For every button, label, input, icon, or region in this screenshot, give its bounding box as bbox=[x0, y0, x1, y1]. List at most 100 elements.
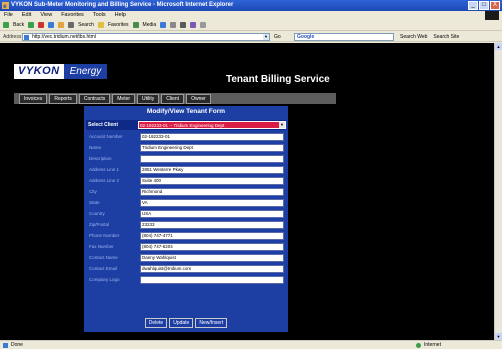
menu-help[interactable]: Help bbox=[115, 12, 126, 18]
description-input[interactable] bbox=[140, 155, 284, 163]
nav-utility[interactable]: Utility bbox=[137, 93, 160, 104]
field-address-line-2: Address Line 2 Suite 400 bbox=[86, 176, 286, 186]
field-label: Contact Name bbox=[89, 255, 118, 260]
stop-icon[interactable] bbox=[38, 22, 45, 28]
chevron-down-icon[interactable]: ▼ bbox=[263, 34, 269, 40]
home-icon[interactable] bbox=[58, 22, 65, 28]
mail-icon[interactable] bbox=[170, 22, 177, 28]
address-input[interactable]: http://vec.tridium.net/tbs.html ▼ bbox=[22, 33, 270, 41]
update-button[interactable]: Update bbox=[169, 318, 194, 328]
title-bar: e VYKON Sub-Meter Monitoring and Billing… bbox=[0, 0, 502, 11]
field-label: Address Line 2 bbox=[89, 178, 120, 183]
chevron-down-icon[interactable]: ▼ bbox=[279, 122, 285, 128]
address-url: http://vec.tridium.net/tbs.html bbox=[32, 34, 96, 40]
status-text: Done bbox=[11, 342, 23, 348]
brand-logo: VYKON Energy bbox=[14, 64, 108, 79]
print-icon[interactable] bbox=[180, 22, 187, 28]
menu-edit[interactable]: Edit bbox=[22, 12, 31, 18]
menu-file[interactable]: File bbox=[4, 12, 13, 18]
google-search-input[interactable]: Google bbox=[294, 33, 394, 41]
field-label: Address Line 1 bbox=[89, 167, 120, 172]
new-insert-button[interactable]: New/Insert bbox=[195, 318, 228, 328]
state-input[interactable]: VA bbox=[140, 199, 284, 207]
page-title: Tenant Billing Service bbox=[226, 74, 330, 85]
google-label: Google bbox=[297, 34, 315, 40]
media-button[interactable]: Media bbox=[143, 22, 157, 28]
window-controls: _ □ X bbox=[468, 1, 500, 10]
menu-bar: File Edit View Favorites Tools Help bbox=[0, 11, 502, 20]
fax-number-input[interactable]: (804) 747-6204 bbox=[140, 243, 284, 251]
search-icon[interactable] bbox=[68, 22, 75, 28]
scroll-down-icon[interactable]: ▼ bbox=[495, 333, 502, 340]
field-zip-postal: Zip/Postal 23233 bbox=[86, 220, 286, 230]
toolbar: Back Search Favorites Media bbox=[0, 20, 502, 30]
nav-invoices[interactable]: Invoices bbox=[19, 93, 48, 104]
edit-icon[interactable] bbox=[190, 22, 197, 28]
account-number-input[interactable]: 02-192233-01 bbox=[140, 133, 284, 141]
page-icon bbox=[24, 35, 29, 40]
select-client-dropdown[interactable]: 02-192233-01 -- Tridium Engineering Dept… bbox=[138, 121, 286, 129]
vertical-scrollbar[interactable]: ▲ ▼ bbox=[494, 43, 502, 340]
page-icon bbox=[3, 342, 8, 348]
menu-tools[interactable]: Tools bbox=[93, 12, 106, 18]
browser-window: e VYKON Sub-Meter Monitoring and Billing… bbox=[0, 0, 502, 349]
nav-reports[interactable]: Reports bbox=[49, 93, 77, 104]
form-title: Modify/View Tenant Form bbox=[146, 108, 226, 115]
field-fax-number: Fax Number (804) 747-6204 bbox=[86, 242, 286, 252]
zip-postal-input[interactable]: 23233 bbox=[140, 221, 284, 229]
nav-meter[interactable]: Meter bbox=[112, 93, 136, 104]
field-label: City bbox=[89, 189, 97, 194]
delete-button[interactable]: Delete bbox=[144, 318, 168, 328]
status-bar: Done Internet bbox=[0, 340, 502, 349]
city-input[interactable]: Richmond bbox=[140, 188, 284, 196]
contact-email-input[interactable]: dwahlquist@tridium.com bbox=[140, 265, 284, 273]
media-icon[interactable] bbox=[132, 22, 139, 28]
minimize-button[interactable]: _ bbox=[468, 1, 478, 10]
field-name: Name Tridium Engineering Dept bbox=[86, 143, 286, 153]
go-button[interactable]: Go bbox=[274, 34, 281, 40]
form-buttons: Delete Update New/Insert bbox=[84, 318, 288, 328]
field-label: Contact Email bbox=[89, 266, 118, 271]
brand-energy: Energy bbox=[63, 64, 108, 79]
back-button[interactable]: Back bbox=[13, 22, 24, 28]
search-site-button[interactable]: Search Site bbox=[433, 34, 459, 40]
field-label: Account Number bbox=[89, 134, 123, 139]
field-account-number: Account Number 02-192233-01 bbox=[86, 132, 286, 142]
nav-bar: Invoices Reports Contracts Meter Utility… bbox=[14, 93, 336, 104]
company-logo-input[interactable] bbox=[140, 276, 284, 284]
page-viewport: VYKON Energy Tenant Billing Service Invo… bbox=[0, 43, 494, 340]
name-input[interactable]: Tridium Engineering Dept bbox=[140, 144, 284, 152]
field-label: Zip/Postal bbox=[89, 222, 110, 227]
field-city: City Richmond bbox=[86, 187, 286, 197]
search-button[interactable]: Search bbox=[78, 22, 94, 28]
nav-contracts[interactable]: Contracts bbox=[78, 93, 111, 104]
forward-arrow-icon[interactable] bbox=[28, 22, 35, 28]
refresh-icon[interactable] bbox=[48, 22, 55, 28]
close-button[interactable]: X bbox=[490, 1, 500, 10]
favorites-button[interactable]: Favorites bbox=[108, 22, 129, 28]
country-input[interactable]: USA bbox=[140, 210, 284, 218]
field-label: Name bbox=[89, 145, 102, 150]
contact-name-input[interactable]: Danny Wahlquist bbox=[140, 254, 284, 262]
maximize-button[interactable]: □ bbox=[479, 1, 489, 10]
history-icon[interactable] bbox=[160, 22, 167, 28]
back-arrow-icon[interactable] bbox=[3, 22, 9, 28]
phone-number-input[interactable]: (804) 747-4771 bbox=[140, 232, 284, 240]
address-line-1-input[interactable]: 2851 Westerre Pkwy bbox=[140, 166, 284, 174]
messenger-icon[interactable] bbox=[200, 22, 207, 28]
field-company-logo: Company Logo bbox=[86, 275, 286, 285]
nav-owner[interactable]: Owner bbox=[186, 93, 211, 104]
field-contact-email: Contact Email dwahlquist@tridium.com bbox=[86, 264, 286, 274]
field-phone-number: Phone Number (804) 747-4771 bbox=[86, 231, 286, 241]
address-line-2-input[interactable]: Suite 400 bbox=[140, 177, 284, 185]
field-label: Company Logo bbox=[89, 277, 120, 282]
scroll-up-icon[interactable]: ▲ bbox=[495, 43, 502, 50]
globe-icon bbox=[416, 342, 421, 348]
menu-favorites[interactable]: Favorites bbox=[61, 12, 84, 18]
menu-view[interactable]: View bbox=[40, 12, 52, 18]
field-label: State bbox=[89, 200, 100, 205]
windows-logo-icon bbox=[485, 11, 499, 20]
nav-client[interactable]: Client bbox=[161, 93, 185, 104]
search-web-button[interactable]: Search Web bbox=[400, 34, 427, 40]
favorites-icon[interactable] bbox=[97, 22, 104, 28]
